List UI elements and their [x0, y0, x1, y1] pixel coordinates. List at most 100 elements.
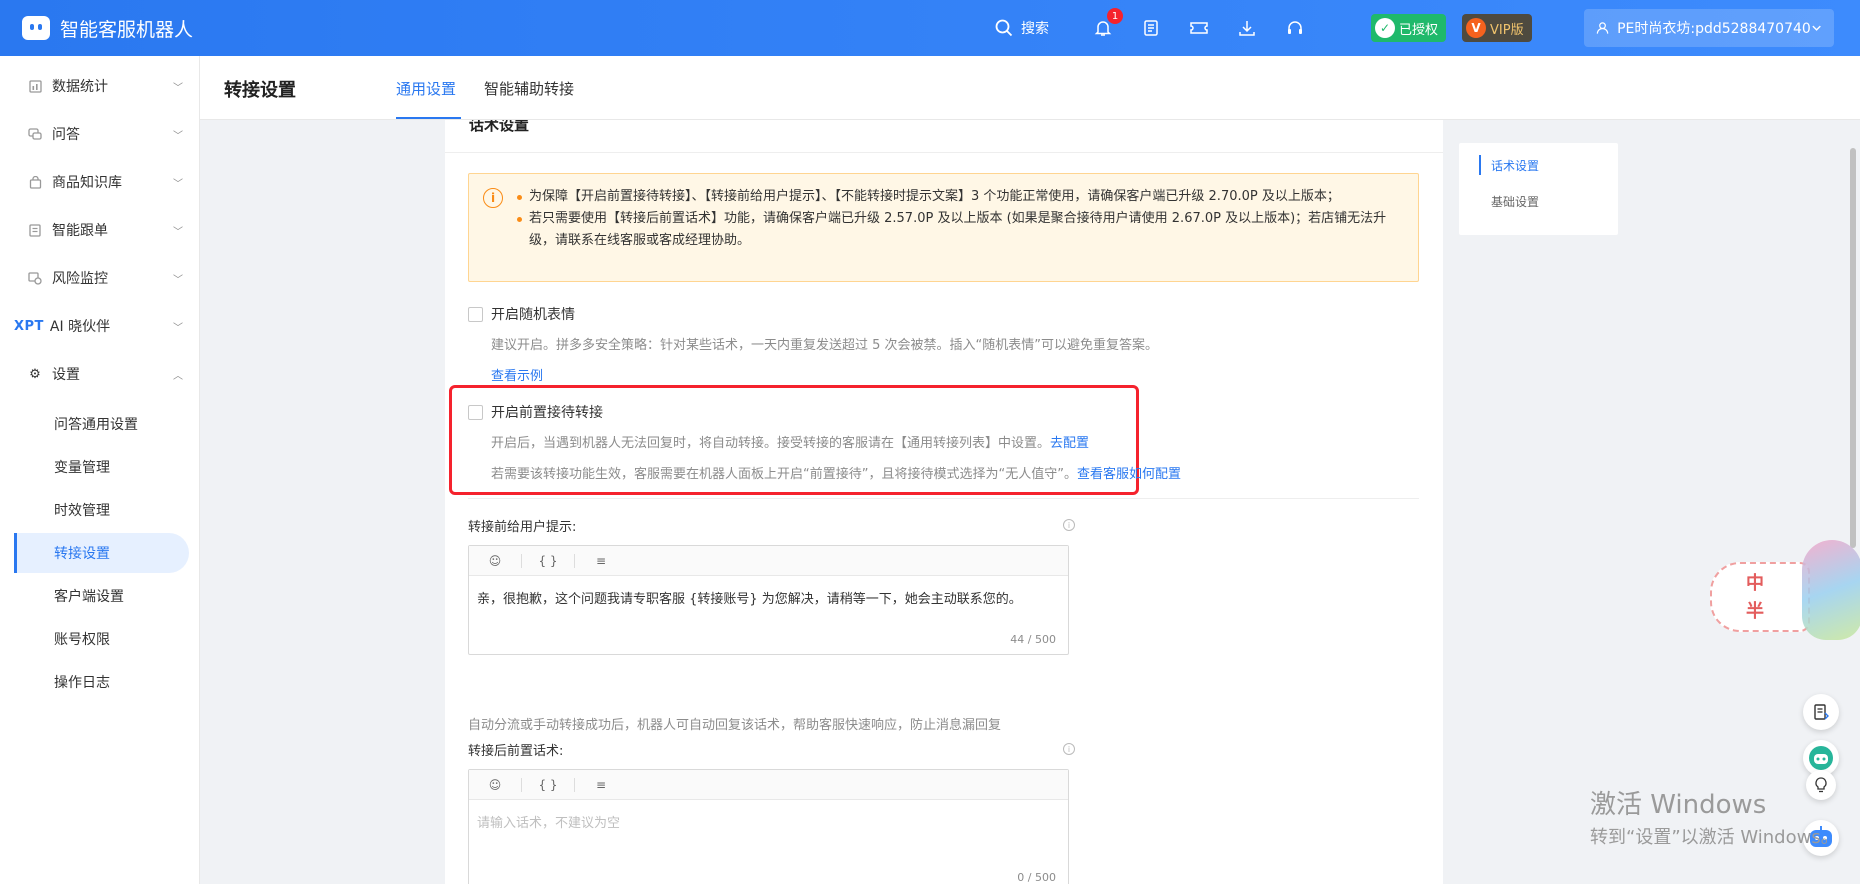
option-label: 开启随机表情: [491, 307, 575, 323]
anchor-item-script[interactable]: 话术设置: [1479, 155, 1618, 193]
char-counter: 0 / 500: [1017, 871, 1056, 884]
emoji-icon[interactable]: ☺: [481, 775, 509, 795]
robot-avatar-icon: [1809, 746, 1833, 770]
sidebar-item-label: 商品知识库: [52, 175, 122, 191]
document-icon: [28, 223, 42, 237]
random-emoji-checkbox[interactable]: [468, 306, 483, 322]
robot-logo-icon: [22, 16, 50, 40]
top-bar: 智能客服机器人 搜索 1 ✓ 已授权 V VIP版 PE时尚衣坊:pdd5288…: [0, 0, 1860, 56]
option-description: 建议开启。拼多多安全策略：针对某些话术，一天内重复发送超过 5 次会被禁。插入“…: [491, 338, 1159, 353]
option-label: 开启前置接待转接: [491, 405, 603, 421]
random-emoji-option: 开启随机表情 建议开启。拼多多安全策略：针对某些话术，一天内重复发送超过 5 次…: [468, 304, 1158, 384]
divider-insert-icon[interactable]: ≡: [587, 775, 615, 795]
chevron-down-icon: ﹀: [173, 130, 183, 142]
chevron-up-icon: ︿: [173, 370, 183, 382]
field-label: 转接后前置话术:: [468, 744, 564, 759]
editor-content[interactable]: 亲，很抱歉，这个问题我请专职客服 {转接账号} 为您解决，请稍等一下，她会主动联…: [469, 576, 1068, 617]
sidebar-item-settings[interactable]: ⚙ 设置 ︿: [0, 350, 199, 398]
scrollbar[interactable]: [1850, 148, 1856, 548]
active-tab-indicator: [396, 117, 461, 119]
ticket-button[interactable]: [1187, 16, 1211, 40]
sidebar-item-ai-partner[interactable]: XPT AI 晓伙伴 ﹀: [0, 302, 199, 350]
sidebar-item-label: 风险监控: [52, 271, 108, 287]
sticker-card: 中 半: [1710, 562, 1810, 632]
search-button[interactable]: 搜索: [995, 18, 1049, 38]
watermark-title: 激活 Windows: [1590, 790, 1767, 820]
app-title: 智能客服机器人: [60, 18, 194, 41]
sidebar-item-risk-monitor[interactable]: 风险监控 ﹀: [0, 254, 199, 302]
support-button[interactable]: [1283, 16, 1307, 40]
gear-icon: ⚙: [29, 366, 41, 382]
pre-reception-checkbox[interactable]: [468, 404, 483, 420]
sidebar-item-label: 问答: [52, 127, 80, 143]
editor-placeholder[interactable]: 请输入话术，不建议为空: [469, 800, 1068, 841]
chevron-down-icon: [1812, 25, 1821, 31]
chart-icon: [28, 79, 42, 93]
sidebar-subitem-qa-general[interactable]: 问答通用设置: [14, 404, 189, 444]
vip-badge[interactable]: V VIP版: [1462, 14, 1532, 42]
account-dropdown[interactable]: PE时尚衣坊:pdd5288470740: [1584, 9, 1834, 47]
after-transfer-editor[interactable]: ☺ { } ≡ 请输入话术，不建议为空 0 / 500: [468, 769, 1069, 884]
variable-icon[interactable]: { }: [534, 775, 562, 795]
sidebar-item-label: 数据统计: [52, 79, 108, 95]
sidebar-item-knowledge-base[interactable]: 商品知识库 ﹀: [0, 158, 199, 206]
download-icon: [1239, 21, 1255, 36]
sidebar-subitem-permissions[interactable]: 账号权限: [14, 619, 189, 659]
sidebar-subitem-client[interactable]: 客户端设置: [14, 576, 189, 616]
info-warning-icon: i: [483, 188, 503, 208]
separator: [521, 553, 522, 568]
divider-insert-icon[interactable]: ≡: [587, 551, 615, 571]
content-header: 转接设置 通用设置 智能辅助转接: [200, 56, 1860, 120]
headset-icon: [1288, 21, 1302, 34]
section-title: 话术设置: [469, 120, 530, 134]
after-transfer-description: 自动分流或手动转接成功后，机器人可自动回复该话术，帮助客服快速响应，防止消息漏回…: [468, 718, 1002, 733]
sidebar-subitem-variables[interactable]: 变量管理: [14, 447, 189, 487]
vip-label: VIP版: [1490, 22, 1524, 38]
brand[interactable]: 智能客服机器人: [22, 15, 193, 42]
before-transfer-editor[interactable]: ☺ { } ≡ 亲，很抱歉，这个问题我请专职客服 {转接账号} 为您解决，请稍等…: [468, 545, 1069, 655]
sidebar-subitem-timeliness[interactable]: 时效管理: [14, 490, 189, 530]
view-example-link[interactable]: 查看示例: [491, 365, 1158, 384]
separator: [574, 777, 575, 792]
monitor-icon: [28, 271, 42, 285]
xpt-logo: XPT: [14, 318, 44, 334]
char-counter: 44 / 500: [1010, 633, 1056, 646]
editor-toolbar: ☺ { } ≡: [469, 546, 1068, 576]
emoji-icon[interactable]: ☺: [481, 551, 509, 571]
pre-reception-option: 开启前置接待转接 开启后，当遇到机器人无法回复时，将自动转接。接受转接的客服请在…: [468, 402, 1181, 482]
info-icon[interactable]: i: [1063, 519, 1075, 531]
mascot-sticker[interactable]: 中 半: [1710, 540, 1860, 640]
sidebar-item-label: 智能跟单: [52, 223, 108, 239]
download-button[interactable]: [1235, 16, 1259, 40]
separator: [574, 553, 575, 568]
task-list-button[interactable]: [1139, 16, 1163, 40]
option-description: 开启后，当遇到机器人无法回复时，将自动转接。接受转接的客服请在【通用转接列表】中…: [491, 432, 1181, 451]
desc-text: 开启后，当遇到机器人无法回复时，将自动转接。接受转接的客服请在【通用转接列表】中…: [491, 436, 1051, 451]
list-icon: [1144, 20, 1158, 36]
chevron-down-icon: ﹀: [173, 82, 183, 94]
tab-smart-assist-transfer[interactable]: 智能辅助转接: [484, 78, 574, 99]
chevron-down-icon: ﹀: [173, 274, 183, 286]
authorized-badge[interactable]: ✓ 已授权: [1371, 14, 1447, 42]
notes-float-button[interactable]: [1803, 694, 1839, 730]
field-label: 转接前给用户提示:: [468, 520, 577, 535]
notification-button[interactable]: 1: [1091, 8, 1123, 40]
go-configure-link[interactable]: 去配置: [1050, 436, 1089, 451]
sidebar-item-qa[interactable]: 问答 ﹀: [0, 110, 199, 158]
sidebar-subitem-logs[interactable]: 操作日志: [14, 662, 189, 702]
sidebar-item-data-stats[interactable]: 数据统计 ﹀: [0, 62, 199, 110]
how-to-configure-link[interactable]: 查看客服如何配置: [1077, 467, 1181, 482]
search-label: 搜索: [1021, 21, 1049, 37]
variable-icon[interactable]: { }: [534, 551, 562, 571]
separator: [521, 777, 522, 792]
info-icon[interactable]: i: [1063, 743, 1075, 755]
edit-doc-icon: [1814, 704, 1829, 720]
sidebar-item-follow-up[interactable]: 智能跟单 ﹀: [0, 206, 199, 254]
anchor-item-basic[interactable]: 基础设置: [1479, 193, 1618, 229]
account-name: PE时尚衣坊:pdd5288470740: [1617, 21, 1811, 37]
settings-panel: 话术设置 i 为保障【开启前置接待转接】、【转接前给用户提示】、【不能转接时提示…: [445, 120, 1443, 884]
anchor-nav: 话术设置 基础设置: [1459, 143, 1618, 235]
tab-general-settings[interactable]: 通用设置: [396, 78, 456, 99]
sidebar-subitem-transfer[interactable]: 转接设置: [14, 533, 189, 573]
vip-icon: V: [1466, 18, 1487, 38]
